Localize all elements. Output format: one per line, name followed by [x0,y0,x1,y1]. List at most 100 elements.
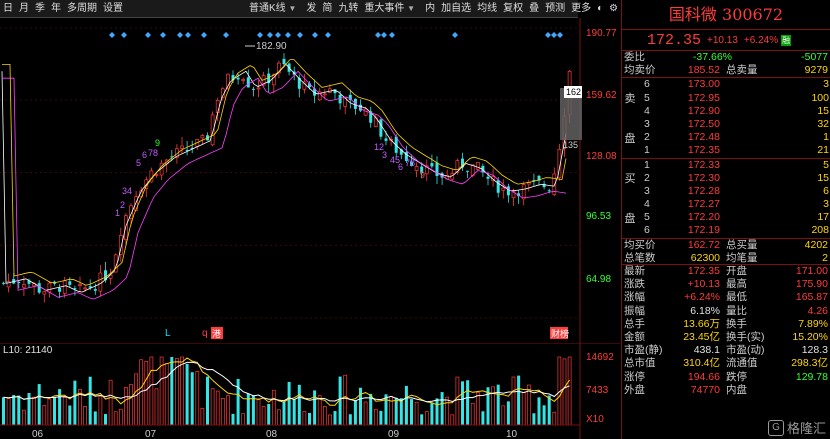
date-axis: 06 07 08 09 10 [32,429,518,439]
level-volume: 5 [823,158,829,171]
candle-body [379,119,383,137]
period-month-button[interactable]: 月 [16,0,32,17]
stat-value: 6.18% [690,304,720,317]
level-price: 172.19 [687,224,720,237]
more-button[interactable]: 更多 [568,0,594,17]
volume-bar [180,356,184,426]
volume-bar [537,397,541,425]
quote-panel: 国科微 300672 172.35 +10.13 +6.24% 融 委比 -37… [621,0,830,439]
stat-value: 298.3亿 [791,357,828,370]
settings-button[interactable]: 设置 [100,0,126,17]
nine-turn-number: 34 [122,186,132,196]
forecast-button[interactable]: 预测 [542,0,568,17]
volume-bar [149,356,154,426]
total-sell-label: 总卖量 [726,64,758,77]
volume-bar [481,411,485,425]
stat-row: 涨幅 +6.24% 最低 165.87 [622,291,830,304]
stat-label: 跌停 [726,370,747,383]
volume-bar [567,356,572,426]
nine-turn-button[interactable]: 九转 [335,0,361,17]
major-events-dropdown[interactable]: 重大事件 ▼ [361,0,418,17]
volume-bar [261,406,266,426]
event-tag-q[interactable]: q [202,328,208,339]
stat-row: 总市值 310.4亿 流通值 298.3亿 [622,357,830,370]
candle-body [180,145,184,149]
bid-row[interactable]: 6 172.19 208 [622,224,830,237]
event-tag-fin[interactable]: 财榜 [551,328,569,339]
ask-row[interactable]: 1 172.35 21 [622,144,830,157]
candlestick-chart[interactable]: 123456 789 123 456 789 190.77 159.62 128.08 … [0,18,620,343]
stat-label: 涨停 [624,370,645,383]
signal-diamond [325,32,331,38]
total-sell-volume: 9279 [804,64,828,77]
candle-body [501,187,506,191]
kline-type-label: 普通K线 [249,3,286,14]
bid-row[interactable]: 2 172.30 15 [622,172,830,185]
stat-row: 金额 23.45亿 换手(实) 15.20% [622,331,830,344]
order-ratio-row: 委比 -37.66% -5077 [622,51,830,64]
stat-value: 15.20% [792,330,828,343]
candle-body [282,58,286,65]
volume-bar [353,400,357,425]
volume-bar [496,384,500,425]
event-tag-hk[interactable]: 港 [212,328,221,339]
candle-body [414,166,419,171]
bid-row[interactable]: 3 172.28 6 [622,185,830,198]
signal-diamond [109,32,115,38]
stat-label: 市盈(动) [726,344,765,357]
nine-turn-number: 3 [382,150,387,160]
volume-bar [424,411,429,426]
level-price: 172.48 [687,131,720,144]
ask-row[interactable]: 6 173.00 3 [622,78,830,91]
ask-row[interactable]: 4 172.90 15 [622,105,830,118]
volume-bar [206,376,209,425]
add-watchlist-button[interactable]: 加自选 [438,0,474,17]
bid-levels: 买盘 1 172.33 5 2 172.30 15 3 172.28 6 4 172.27 3 5 172.… [622,159,830,238]
volume-bar [200,407,205,426]
volume-bar [363,401,368,426]
toggle-icon[interactable]: ◐ [594,0,606,17]
ask-row[interactable]: 3 172.50 32 [622,118,830,131]
volume-bar [404,385,408,425]
stat-row: 外盘 74770 内盘 [622,384,830,397]
volume-bar [322,406,327,426]
ma-button[interactable]: 均线 [474,0,500,17]
high-marker: 182.90 [245,41,287,52]
event-tag-l[interactable]: L [165,328,171,339]
volume-bar [159,356,164,426]
volume-bar [256,399,261,426]
nine-turn-number: 78 [148,148,158,158]
period-quarter-button[interactable]: 季 [32,0,48,17]
volume-bar [185,363,189,425]
volume-bar [287,381,291,425]
inner-button[interactable]: 内 [422,0,438,17]
bid-row[interactable]: 5 172.20 17 [622,211,830,224]
level-volume: 15 [817,171,829,184]
volume-bar [226,395,230,426]
jian-button[interactable]: 简 [319,0,335,17]
kline-type-dropdown[interactable]: 普通K线 ▼ [246,0,299,17]
level-volume: 208 [811,224,829,237]
overlay-button[interactable]: 叠 [526,0,542,17]
bid-row[interactable]: 1 172.33 5 [622,159,830,172]
level-number: 4 [644,198,650,211]
multi-period-button[interactable]: 多周期 [64,0,100,17]
fa-button[interactable]: 发 [303,0,319,17]
ask-row[interactable]: 5 172.95 100 [622,92,830,105]
period-day-button[interactable]: 日 [0,0,16,17]
period-year-button[interactable]: 年 [48,0,64,17]
candle-body [475,162,480,170]
volume-bar [170,357,174,425]
trade-count-label: 总笔数 [624,251,656,264]
bid-row[interactable]: 4 172.27 3 [622,198,830,211]
adjust-button[interactable]: 复权 [500,0,526,17]
volume-bar [164,363,169,426]
range-low-label: 135 [563,140,578,150]
volume-bar [455,376,460,426]
volume-chart[interactable]: L10: 21140 14692 7433 X10 06 07 08 09 10 [0,343,620,439]
event-tags[interactable]: L q 港 财榜 [165,327,569,339]
volume-bar [466,380,470,425]
ask-row[interactable]: 2 172.48 1 [622,131,830,144]
settings-icon[interactable]: ⚙ [606,0,621,17]
candle-body [62,280,67,294]
